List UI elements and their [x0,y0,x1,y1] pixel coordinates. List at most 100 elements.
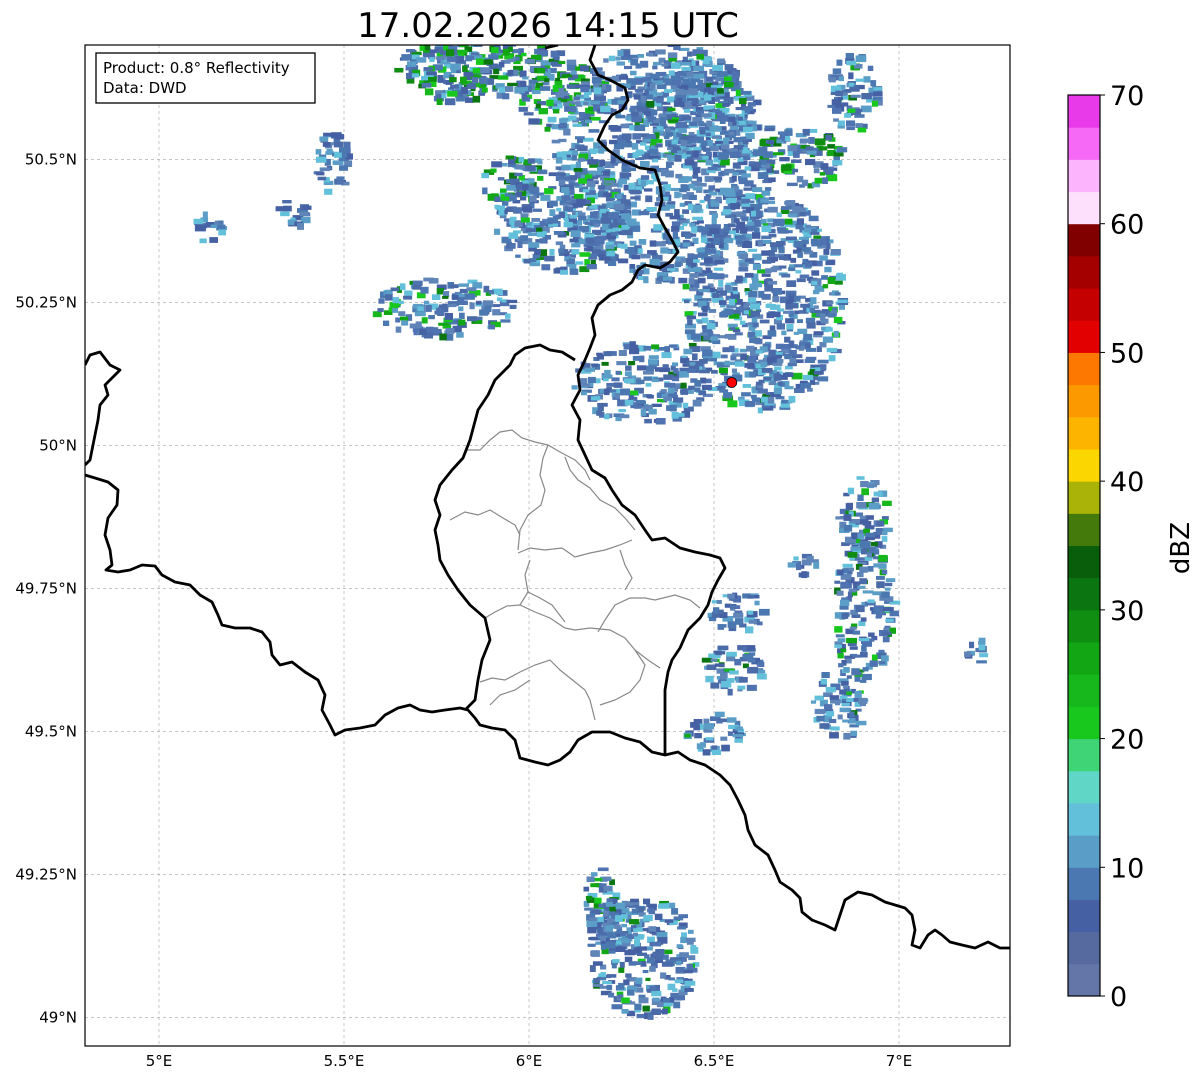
radar-echo-pixel [539,86,551,91]
radar-echo-pixel [746,225,754,232]
radar-echo-pixel [643,345,652,351]
radar-echo-pixel [822,336,833,343]
radar-echo-pixel [676,960,682,966]
radar-echo-pixel [689,273,699,278]
radar-echo-pixel [748,652,756,656]
radar-echo-pixel [679,202,686,207]
radar-echo-pixel [711,217,717,225]
radar-echo-pixel [570,105,577,113]
radar-echo-pixel [656,98,664,104]
radar-echo-pixel [596,410,603,416]
radar-echo-pixel [688,955,696,961]
radar-echo-pixel [859,679,867,683]
radar-echo-pixel [630,189,641,195]
radar-echo-pixel [630,70,637,76]
radar-echo-pixel [423,277,435,282]
radar-echo-pixel [529,195,537,202]
radar-echo-pixel [685,150,693,155]
radar-echo-pixel [786,182,798,187]
colorbar-segment [1068,738,1100,772]
radar-echo-pixel [737,116,743,121]
radar-echo-pixel [849,711,855,718]
radar-echo-pixel [755,339,762,345]
radar-echo-pixel [731,353,741,357]
radar-echo-pixel [597,405,604,412]
radar-echo-pixel [685,234,691,239]
radar-echo-pixel [806,322,816,329]
radar-echo-pixel [615,946,626,952]
radar-echo-pixel [502,48,510,56]
radar-echo-pixel [827,277,836,284]
radar-echo-pixel [871,497,879,503]
radar-echo-pixel [744,258,752,263]
radar-echo-pixel [819,238,827,246]
radar-echo-pixel [781,399,788,404]
radar-echo-pixel [728,298,736,306]
radar-echo-pixel [717,88,724,94]
radar-echo-pixel [827,144,836,149]
radar-echo-pixel [825,711,835,717]
radar-echo-pixel [602,374,613,379]
radar-echo-pixel [544,235,551,240]
radar-echo-pixel [504,86,514,92]
radar-echo-pixel [647,115,654,122]
radar-echo-pixel [673,1001,681,1009]
radar-echo-pixel [626,400,634,406]
radar-echo-pixel [644,418,652,424]
radar-echo-pixel [814,370,824,375]
radar-echo-pixel [854,690,862,698]
radar-echo-pixel [602,981,612,985]
radar-echo-pixel [727,400,738,408]
radar-echo-pixel [722,347,730,353]
radar-echo-pixel [748,120,757,125]
radar-echo-pixel [649,258,661,265]
radar-echo-pixel [845,53,854,59]
radar-echo-pixel [583,886,590,892]
radar-echo-pixel [710,658,718,662]
radar-echo-pixel [671,377,680,382]
radar-echo-pixel [523,258,531,264]
radar-echo-pixel [436,94,442,99]
radar-echo-pixel [743,310,749,315]
radar-echo-pixel [467,316,477,322]
radar-echo-pixel [586,245,593,252]
radar-echo-pixel [797,252,803,258]
radar-echo-pixel [619,414,630,419]
radar-echo-pixel [696,54,704,60]
radar-echo-pixel [628,361,636,366]
radar-echo-pixel [511,49,520,54]
radar-echo-pixel [738,677,748,683]
radar-echo-pixel [724,76,732,82]
radar-echo-pixel [729,605,741,609]
radar-echo-pixel [547,116,557,123]
radar-echo-pixel [825,134,832,141]
radar-echo-pixel [428,315,435,320]
radar-echo-pixel [590,883,600,888]
radar-echo-pixel [630,196,640,200]
radar-echo-pixel [315,149,322,155]
radar-echo-pixel [746,133,755,140]
radar-echo-pixel [832,68,842,75]
radar-echo-pixel [749,371,756,378]
radar-echo-pixel [594,897,602,904]
radar-echo-pixel [442,295,449,299]
radar-echo-pixel [714,711,725,718]
radar-echo-pixel [606,984,613,991]
radar-echo-pixel [570,70,577,75]
radar-echo-pixel [735,306,743,311]
radar-echo-pixel [697,182,707,187]
radar-echo-pixel [858,697,868,704]
radar-echo-pixel [624,378,635,383]
radar-echo-pixel [470,52,480,56]
radar-echo-pixel [578,178,587,184]
radar-echo-pixel [466,287,477,292]
radar-echo-pixel [743,126,753,132]
radar-echo-pixel [610,125,622,132]
radar-echo-pixel [529,258,537,263]
radar-echo-pixel [520,81,527,87]
radar-echo-pixel [604,180,615,184]
radar-echo-pixel [638,276,645,281]
radar-echo-pixel [645,95,654,100]
radar-echo-pixel [450,84,459,89]
radar-echo-pixel [765,268,772,274]
